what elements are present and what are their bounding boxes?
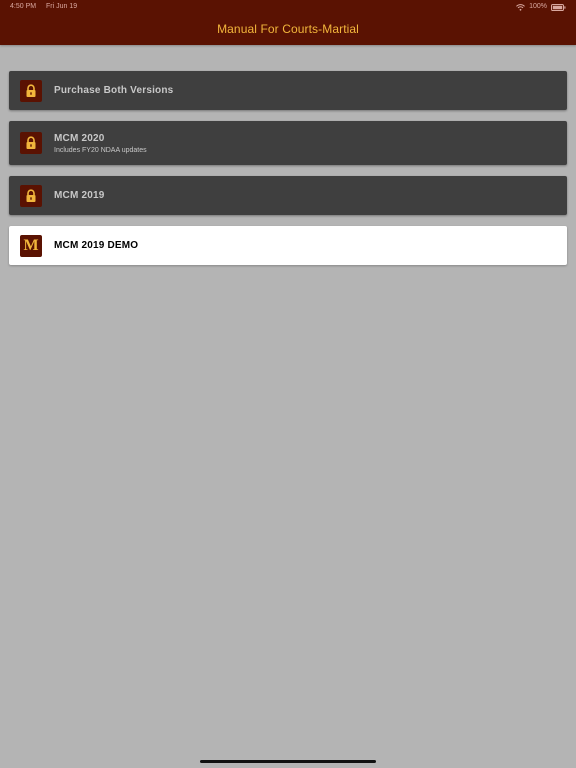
status-time: 4:50 PM: [10, 3, 37, 10]
status-bar: 4:50 PM Fri Jun 19 100%: [0, 0, 576, 14]
edition-list: Purchase Both Versions MCM 2020 Includes…: [9, 71, 567, 276]
row-text: MCM 2020 Includes FY20 NDAA updates: [54, 133, 147, 154]
wifi-icon: [516, 3, 525, 11]
row-title: Purchase Both Versions: [54, 85, 174, 96]
row-subtitle: Includes FY20 NDAA updates: [54, 146, 147, 154]
lock-icon: [20, 132, 42, 154]
mcm-2019-row[interactable]: MCM 2019: [9, 176, 567, 215]
row-text: MCM 2019: [54, 190, 105, 201]
row-text: MCM 2019 DEMO: [54, 240, 138, 251]
purchase-both-row[interactable]: Purchase Both Versions: [9, 71, 567, 110]
row-title: MCM 2019 DEMO: [54, 240, 139, 251]
lock-icon: [20, 79, 42, 102]
home-indicator[interactable]: [200, 760, 376, 763]
battery-percent: 100%: [529, 3, 547, 10]
mcm-2019-demo-row[interactable]: M MCM 2019 DEMO: [9, 226, 567, 265]
battery-icon: [551, 3, 566, 11]
row-title: MCM 2020: [54, 132, 105, 144]
row-text: Purchase Both Versions: [54, 85, 173, 96]
row-title: MCM 2019: [54, 190, 105, 201]
nav-title: Manual For Courts-Martial: [217, 22, 359, 36]
status-left: 4:50 PM Fri Jun 19: [10, 0, 77, 14]
m-logo-letter: M: [23, 236, 39, 254]
status-date: Fri Jun 19: [46, 3, 78, 10]
lock-icon: [20, 184, 42, 207]
status-right: 100%: [516, 0, 566, 14]
mcm-2020-row[interactable]: MCM 2020 Includes FY20 NDAA updates: [9, 121, 567, 165]
m-logo-icon: M: [20, 234, 42, 257]
